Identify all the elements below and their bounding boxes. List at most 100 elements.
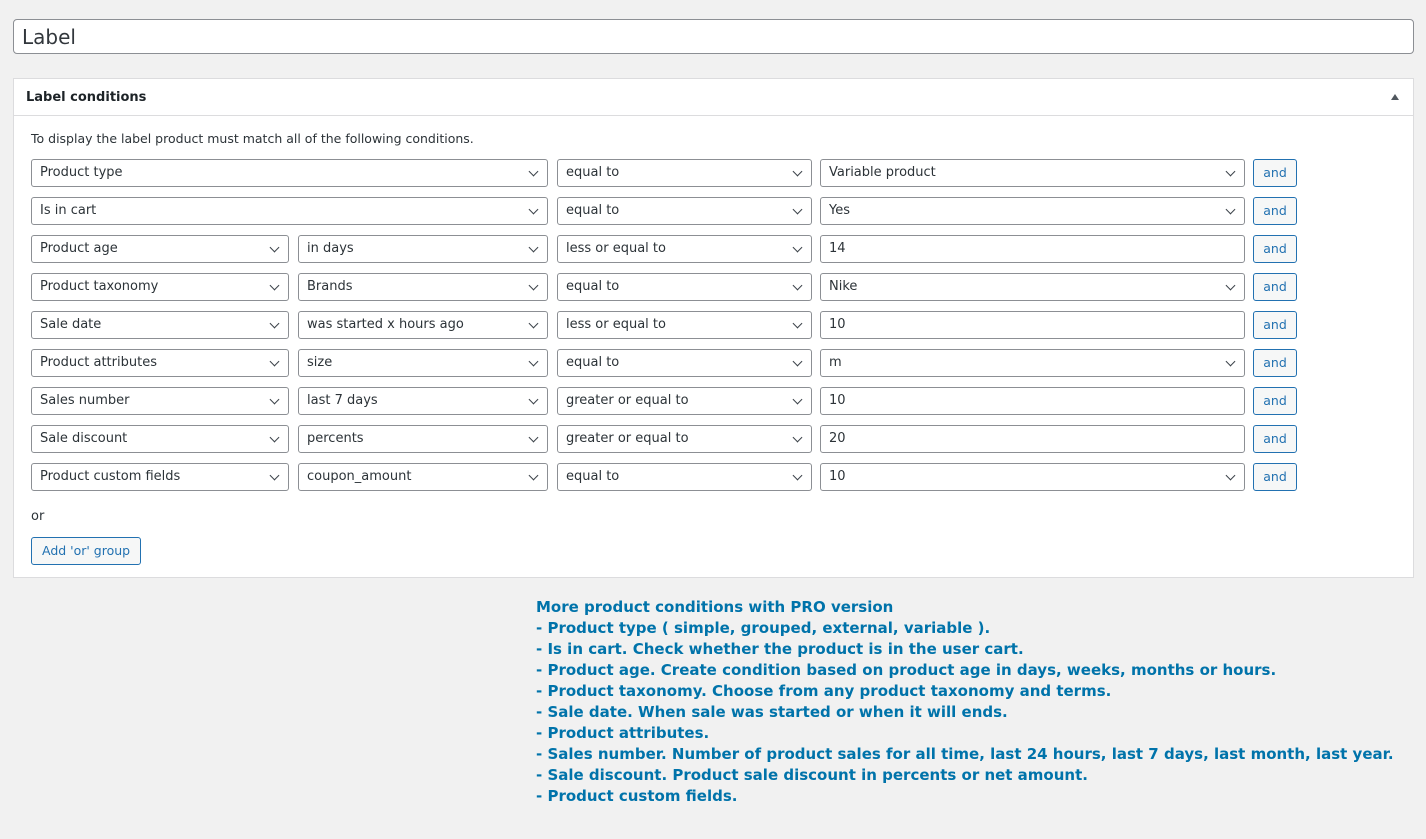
condition-option-select[interactable]: Brands <box>298 273 548 301</box>
chevron-down-icon <box>1225 356 1236 367</box>
condition-option-select-value: was started x hours ago <box>307 317 464 332</box>
and-button[interactable]: and <box>1253 311 1297 339</box>
chevron-down-icon <box>1225 280 1236 291</box>
value-select-value: 10 <box>829 469 846 484</box>
condition-option-select-value: last 7 days <box>307 393 378 408</box>
operator-select[interactable]: equal to <box>557 349 812 377</box>
and-button[interactable]: and <box>1253 197 1297 225</box>
condition-type-select[interactable]: Sale discount <box>31 425 289 453</box>
chevron-down-icon <box>269 280 280 291</box>
chevron-down-icon <box>792 432 803 443</box>
condition-option-select[interactable]: in days <box>298 235 548 263</box>
condition-row: Product attributes size equal to m and <box>31 349 1313 377</box>
operator-select-value: equal to <box>566 165 620 180</box>
pro-feature-line: - Product attributes. <box>536 724 710 742</box>
pro-feature-list: - Product type ( simple, grouped, extern… <box>536 618 1394 807</box>
chevron-down-icon <box>792 356 803 367</box>
value-input-value: 10 <box>829 393 846 408</box>
condition-type-select-value: Sales number <box>40 393 130 408</box>
collapse-arrow-icon[interactable] <box>1391 94 1399 100</box>
chevron-down-icon <box>528 318 539 329</box>
condition-option-select[interactable]: coupon_amount <box>298 463 548 491</box>
value-select[interactable]: Variable product <box>820 159 1245 187</box>
and-button[interactable]: and <box>1253 463 1297 491</box>
condition-type-select[interactable]: Is in cart <box>31 197 548 225</box>
operator-select[interactable]: greater or equal to <box>557 387 812 415</box>
panel-title: Label conditions <box>26 90 147 105</box>
value-input[interactable]: 14 <box>820 235 1245 263</box>
chevron-down-icon <box>792 166 803 177</box>
condition-option-select[interactable]: percents <box>298 425 548 453</box>
condition-row: Product type equal to Variable product and <box>31 159 1313 187</box>
pro-feature-line: - Sales number. Number of product sales … <box>536 745 1394 763</box>
operator-select[interactable]: equal to <box>557 197 812 225</box>
and-button[interactable]: and <box>1253 235 1297 263</box>
operator-select[interactable]: less or equal to <box>557 235 812 263</box>
condition-option-select[interactable]: last 7 days <box>298 387 548 415</box>
operator-select-value: less or equal to <box>566 241 666 256</box>
condition-type-select[interactable]: Product custom fields <box>31 463 289 491</box>
chevron-down-icon <box>528 280 539 291</box>
condition-type-select[interactable]: Product type <box>31 159 548 187</box>
and-button[interactable]: and <box>1253 387 1297 415</box>
pro-feature-line: - Product type ( simple, grouped, extern… <box>536 619 991 637</box>
operator-select[interactable]: less or equal to <box>557 311 812 339</box>
operator-select-value: greater or equal to <box>566 431 689 446</box>
condition-type-select[interactable]: Sales number <box>31 387 289 415</box>
condition-row: Is in cart equal to Yes and <box>31 197 1313 225</box>
condition-type-select-value: Is in cart <box>40 203 97 218</box>
operator-select[interactable]: equal to <box>557 273 812 301</box>
value-select[interactable]: m <box>820 349 1245 377</box>
chevron-down-icon <box>269 394 280 405</box>
pro-feature-line: - Product custom fields. <box>536 787 738 805</box>
condition-row: Sales number last 7 days greater or equal … <box>31 387 1313 415</box>
and-button[interactable]: and <box>1253 273 1297 301</box>
add-or-group-button[interactable]: Add 'or' group <box>31 537 142 565</box>
condition-option-select[interactable]: size <box>298 349 548 377</box>
condition-type-select[interactable]: Sale date <box>31 311 289 339</box>
chevron-down-icon <box>269 432 280 443</box>
chevron-down-icon <box>1225 166 1236 177</box>
value-select[interactable]: Yes <box>820 197 1245 225</box>
pro-feature-line: - Is in cart. Check whether the product … <box>536 640 1024 658</box>
and-button[interactable]: and <box>1253 159 1297 187</box>
operator-select-value: less or equal to <box>566 317 666 332</box>
condition-type-select-value: Sale date <box>40 317 102 332</box>
conditions-description: To display the label product must match … <box>31 131 474 146</box>
value-select-value: Nike <box>829 279 858 294</box>
condition-row: Sale discount percents greater or equal to… <box>31 425 1313 453</box>
value-input[interactable]: 10 <box>820 311 1245 339</box>
chevron-down-icon <box>528 432 539 443</box>
condition-type-select-value: Product age <box>40 241 118 256</box>
chevron-down-icon <box>792 280 803 291</box>
and-button[interactable]: and <box>1253 349 1297 377</box>
pro-feature-line: - Sale discount. Product sale discount i… <box>536 766 1088 784</box>
chevron-down-icon <box>1225 470 1236 481</box>
operator-select[interactable]: equal to <box>557 463 812 491</box>
value-input[interactable]: 10 <box>820 387 1245 415</box>
value-input[interactable]: 20 <box>820 425 1245 453</box>
chevron-down-icon <box>1225 204 1236 215</box>
or-label: or <box>31 509 45 524</box>
pro-info: More product conditions with PRO version… <box>536 597 1394 807</box>
condition-type-select[interactable]: Product age <box>31 235 289 263</box>
chevron-down-icon <box>792 204 803 215</box>
operator-select[interactable]: equal to <box>557 159 812 187</box>
label-title-input[interactable] <box>13 19 1414 54</box>
pro-heading: More product conditions with PRO version <box>536 598 894 616</box>
value-select[interactable]: 10 <box>820 463 1245 491</box>
value-select-value: Variable product <box>829 165 936 180</box>
value-select[interactable]: Nike <box>820 273 1245 301</box>
condition-option-select-value: percents <box>307 431 364 446</box>
condition-type-select[interactable]: Product taxonomy <box>31 273 289 301</box>
chevron-down-icon <box>792 318 803 329</box>
operator-select[interactable]: greater or equal to <box>557 425 812 453</box>
and-button[interactable]: and <box>1253 425 1297 453</box>
chevron-down-icon <box>792 394 803 405</box>
condition-option-select[interactable]: was started x hours ago <box>298 311 548 339</box>
condition-option-select-value: size <box>307 355 333 370</box>
condition-type-select[interactable]: Product attributes <box>31 349 289 377</box>
value-select-value: m <box>829 355 842 370</box>
chevron-down-icon <box>792 470 803 481</box>
chevron-down-icon <box>792 242 803 253</box>
